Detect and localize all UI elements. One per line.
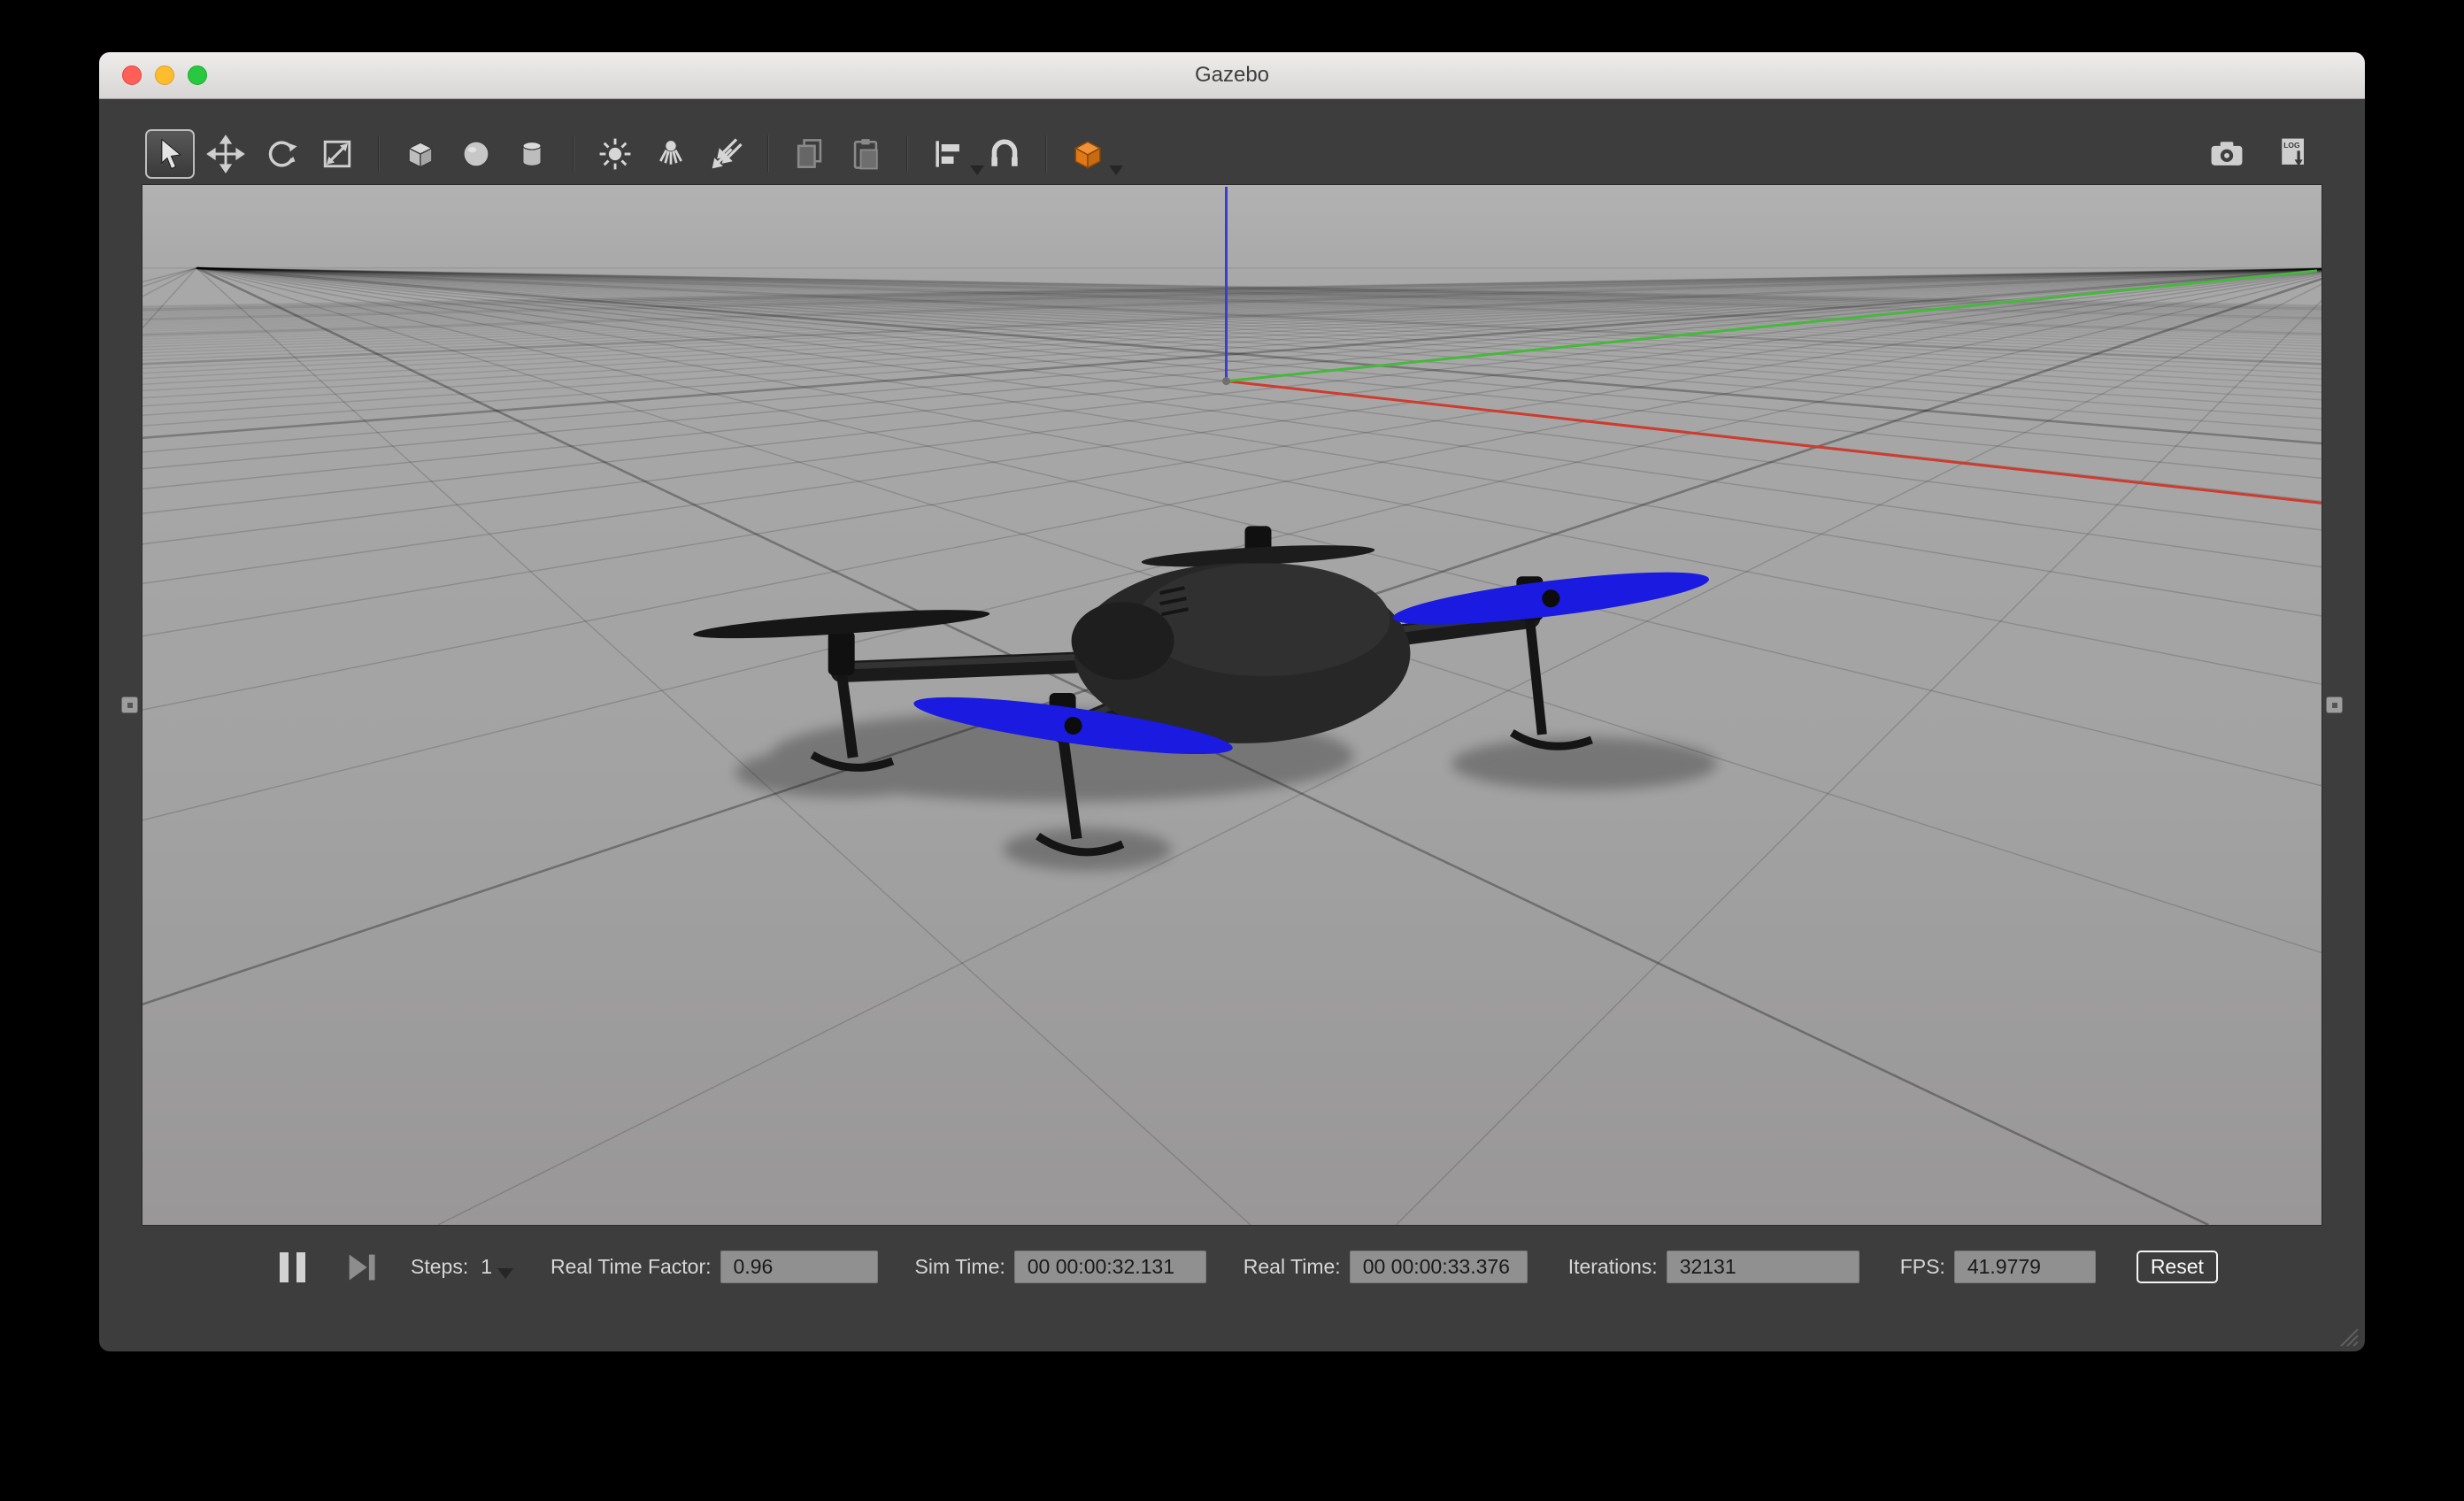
gazebo-window: Gazebo — [99, 52, 2365, 1351]
insert-box-button[interactable] — [396, 129, 445, 179]
world-axes — [1222, 187, 2322, 503]
fps-field: 41.9779 — [1954, 1251, 2096, 1283]
paste-button[interactable] — [841, 129, 890, 179]
real-time-factor-label: Real Time Factor: — [551, 1255, 712, 1279]
steps-label: Steps: — [411, 1255, 468, 1279]
close-window-button[interactable] — [122, 65, 142, 85]
window-title: Gazebo — [99, 52, 2365, 98]
cylinder-icon — [512, 135, 551, 173]
orange-cube-icon — [1068, 135, 1107, 173]
sim-time-label: Sim Time: — [915, 1255, 1005, 1279]
scale-box-icon — [318, 135, 357, 173]
real-time-label: Real Time: — [1244, 1255, 1341, 1279]
x-axis — [1227, 381, 2322, 504]
real-time-field: 00 00:00:33.376 — [1350, 1251, 1528, 1283]
translate-tool-button[interactable] — [201, 129, 250, 179]
window-frame: LOG — [99, 99, 2365, 1308]
cursor-arrow-icon — [150, 135, 189, 173]
spotlight-icon — [651, 135, 690, 173]
toolbar-separator — [906, 135, 908, 173]
screenshot-button[interactable] — [2202, 129, 2252, 179]
pause-button[interactable] — [274, 1250, 310, 1285]
view-angle-button[interactable] — [1063, 129, 1113, 179]
world-origin-marker — [1222, 377, 1230, 385]
fps-label: FPS: — [1900, 1255, 1945, 1279]
save-log-button[interactable]: LOG — [2269, 129, 2319, 179]
reset-button[interactable]: Reset — [2137, 1251, 2218, 1283]
left-panel-splitter-handle[interactable] — [121, 697, 138, 713]
align-button[interactable] — [924, 129, 974, 179]
toolbar-separator — [767, 135, 769, 173]
view-angle-dropdown-caret-icon[interactable] — [1109, 165, 1123, 175]
toolbar-separator — [378, 135, 380, 173]
magnet-icon — [985, 135, 1024, 173]
snap-button[interactable] — [980, 129, 1029, 179]
toolbar-separator — [573, 135, 574, 173]
insert-sphere-button[interactable] — [451, 129, 501, 179]
toolbar-separator — [1045, 135, 1047, 173]
real-time-factor-field: 0.96 — [720, 1251, 878, 1283]
scale-tool-button[interactable] — [312, 129, 362, 179]
insert-cylinder-button[interactable] — [507, 129, 557, 179]
log-file-icon: LOG — [2275, 135, 2314, 173]
rotate-arrows-icon — [262, 135, 301, 173]
directional-light-button[interactable] — [702, 129, 751, 179]
camera-icon — [2207, 135, 2246, 173]
copy-button[interactable] — [785, 129, 835, 179]
toolbar-right-group: LOG — [2202, 129, 2319, 179]
align-icon — [929, 135, 968, 173]
titlebar[interactable]: Gazebo — [99, 52, 2365, 99]
main-toolbar: LOG — [142, 123, 2322, 184]
iterations-field: 32131 — [1667, 1251, 1860, 1283]
svg-text:LOG: LOG — [2283, 141, 2300, 150]
iterations-label: Iterations: — [1568, 1255, 1658, 1279]
sun-icon — [596, 135, 635, 173]
zoom-window-button[interactable] — [188, 65, 207, 85]
select-tool-button[interactable] — [145, 129, 195, 179]
desktop: { "window": { "title": "Gazebo" }, "titl… — [0, 0, 2464, 1501]
point-light-button[interactable] — [590, 129, 640, 179]
pause-icon — [280, 1252, 305, 1282]
paste-icon — [846, 135, 885, 173]
move-arrows-icon — [206, 135, 245, 173]
scene-canvas[interactable] — [142, 185, 2322, 1225]
rotate-tool-button[interactable] — [257, 129, 306, 179]
steps-dropdown-caret-icon[interactable] — [497, 1268, 513, 1279]
spot-light-button[interactable] — [646, 129, 696, 179]
cube-icon — [401, 135, 440, 173]
steps-value: 1 — [481, 1255, 492, 1279]
sphere-icon — [457, 135, 496, 173]
render-viewport[interactable] — [142, 184, 2322, 1226]
light-rays-icon — [707, 135, 746, 173]
resize-grip[interactable] — [2336, 1324, 2359, 1347]
copy-icon — [790, 135, 829, 173]
step-forward-icon — [343, 1248, 379, 1287]
traffic-lights — [122, 52, 207, 98]
sim-time-field: 00 00:00:32.131 — [1014, 1251, 1206, 1283]
simulation-statusbar: Steps: 1 Real Time Factor: 0.96 Sim Time… — [142, 1226, 2322, 1308]
right-panel-splitter-handle[interactable] — [2326, 697, 2343, 713]
minimize-window-button[interactable] — [155, 65, 174, 85]
step-button[interactable] — [343, 1250, 379, 1285]
